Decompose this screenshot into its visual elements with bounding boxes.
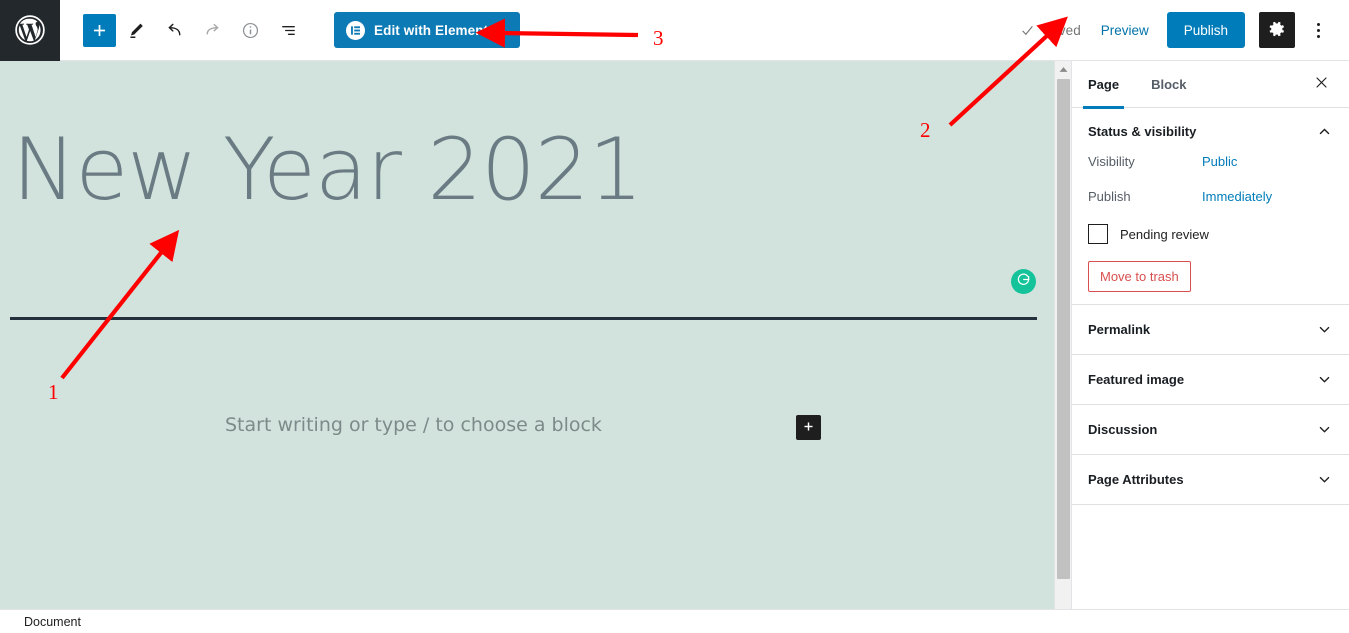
grammarly-icon: [1015, 271, 1032, 293]
status-visibility-panel-header[interactable]: Status & visibility: [1072, 108, 1349, 154]
inline-block-inserter-button[interactable]: [796, 415, 821, 440]
list-view-icon: [279, 21, 298, 40]
chevron-down-icon: [1316, 371, 1333, 388]
kebab-dot-icon: [1316, 34, 1320, 38]
editor-tools-group: [83, 12, 306, 48]
title-divider: [10, 317, 1037, 320]
breadcrumb-document[interactable]: Document: [24, 615, 81, 629]
page-attributes-label: Page Attributes: [1088, 472, 1184, 487]
chevron-up-icon: [1316, 123, 1333, 140]
settings-gear-button[interactable]: [1259, 12, 1295, 48]
close-sidebar-button[interactable]: [1303, 66, 1339, 102]
wordpress-logo-icon: [14, 14, 46, 46]
publish-row: Publish Immediately: [1088, 189, 1333, 204]
status-visibility-panel-body: Visibility Public Publish Immediately Pe…: [1072, 154, 1349, 304]
check-icon: [1020, 23, 1035, 38]
redo-arrow-icon: [203, 21, 222, 40]
kebab-dot-icon: [1316, 22, 1320, 26]
pending-review-checkbox[interactable]: [1088, 224, 1108, 244]
pencil-icon: [127, 21, 146, 40]
elementor-logo-icon: [346, 20, 365, 40]
panel-page-attributes[interactable]: Page Attributes: [1072, 455, 1349, 505]
panel-permalink[interactable]: Permalink: [1072, 305, 1349, 355]
info-circle-icon: [241, 21, 260, 40]
publish-button[interactable]: Publish: [1166, 12, 1245, 48]
visibility-row: Visibility Public: [1088, 154, 1333, 169]
details-info-button[interactable]: [232, 12, 268, 48]
undo-button[interactable]: [156, 12, 192, 48]
publish-value-button[interactable]: Immediately: [1202, 189, 1272, 204]
panel-discussion[interactable]: Discussion: [1072, 405, 1349, 455]
kebab-dot-icon: [1316, 28, 1320, 32]
featured-image-label: Featured image: [1088, 372, 1185, 387]
visibility-value-button[interactable]: Public: [1202, 154, 1237, 169]
tab-page[interactable]: Page: [1072, 61, 1135, 109]
editor-canvas[interactable]: New Year 2021 Start writing or type / to…: [0, 61, 1054, 609]
scrollbar-up-arrow[interactable]: [1055, 61, 1072, 78]
post-title-field[interactable]: New Year 2021: [12, 127, 643, 213]
wordpress-block-editor: Edit with Elementor Saved Preview Publis…: [0, 0, 1349, 633]
saved-status: Saved: [1020, 22, 1081, 38]
gear-icon: [1268, 20, 1286, 41]
discussion-label: Discussion: [1088, 422, 1158, 437]
edit-with-elementor-button[interactable]: Edit with Elementor: [334, 12, 520, 48]
chevron-down-icon: [1316, 471, 1333, 488]
undo-arrow-icon: [165, 21, 184, 40]
chevron-down-icon: [1316, 321, 1333, 338]
wordpress-logo-button[interactable]: [0, 0, 60, 61]
editor-status-bar: Document: [0, 609, 1349, 633]
visibility-label: Visibility: [1088, 154, 1135, 169]
default-block-placeholder[interactable]: Start writing or type / to choose a bloc…: [225, 414, 602, 436]
more-options-button[interactable]: [1303, 12, 1333, 48]
permalink-label: Permalink: [1088, 322, 1151, 337]
saved-label: Saved: [1042, 22, 1081, 38]
add-block-button[interactable]: [83, 13, 116, 47]
pending-review-row: Pending review: [1088, 224, 1333, 244]
top-bar-right-group: Saved Preview Publish: [1020, 12, 1349, 48]
sidebar-tabs: Page Block: [1072, 61, 1349, 109]
plus-icon: [91, 22, 108, 39]
canvas-scrollbar[interactable]: [1054, 61, 1071, 609]
editor-top-bar: Edit with Elementor Saved Preview Publis…: [0, 0, 1349, 61]
settings-sidebar: Page Block Status & visibility Visibilit…: [1071, 61, 1349, 609]
scrollbar-thumb[interactable]: [1057, 79, 1070, 579]
move-to-trash-button[interactable]: Move to trash: [1088, 261, 1191, 292]
chevron-down-icon: [1316, 421, 1333, 438]
status-visibility-panel-title: Status & visibility: [1088, 123, 1197, 139]
panel-featured-image[interactable]: Featured image: [1072, 355, 1349, 405]
plus-icon: [802, 420, 815, 436]
list-view-button[interactable]: [270, 12, 306, 48]
redo-button[interactable]: [194, 12, 230, 48]
close-icon: [1314, 75, 1329, 93]
elementor-button-label: Edit with Elementor: [374, 22, 502, 38]
grammarly-badge-button[interactable]: [1011, 269, 1036, 294]
publish-label: Publish: [1088, 189, 1131, 204]
tab-block[interactable]: Block: [1135, 61, 1202, 108]
tools-pencil-button[interactable]: [118, 12, 154, 48]
preview-button[interactable]: Preview: [1101, 23, 1149, 38]
pending-review-label: Pending review: [1120, 226, 1209, 242]
